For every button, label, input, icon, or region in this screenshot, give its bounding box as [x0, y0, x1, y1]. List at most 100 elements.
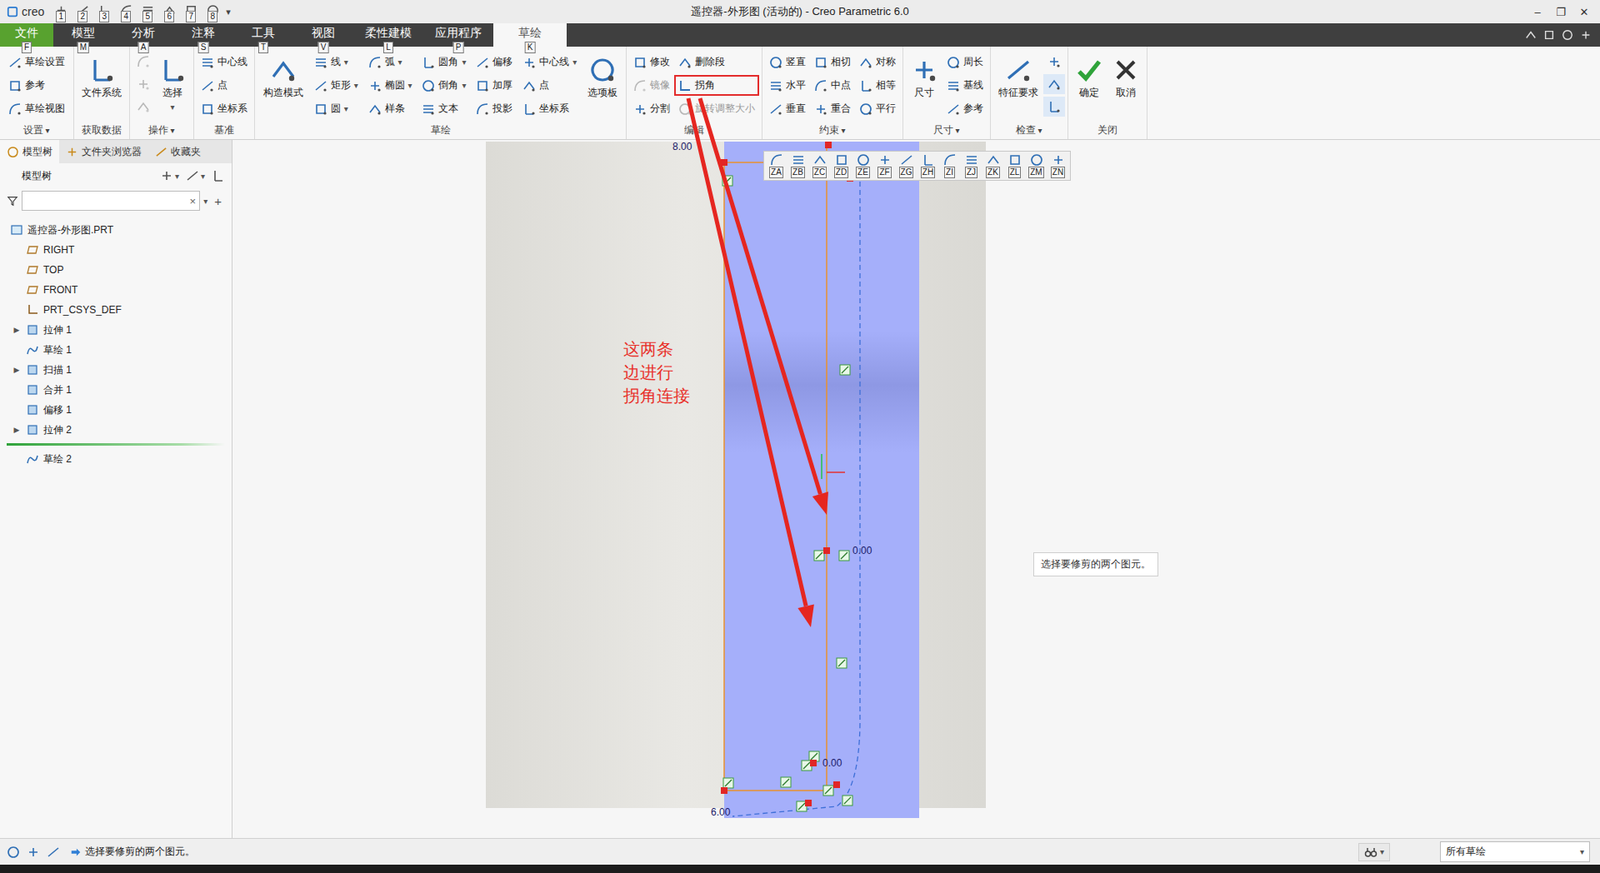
view-button[interactable]: ZD	[830, 153, 852, 179]
find-button[interactable]: ▾	[1358, 843, 1390, 862]
view-button[interactable]: ZI	[939, 153, 960, 179]
help-icon[interactable]	[1561, 29, 1574, 41]
ribbon-button[interactable]: 拐角	[674, 75, 760, 96]
quick-access-button[interactable]: 6	[160, 2, 178, 21]
view-button[interactable]: ZJ	[960, 153, 982, 179]
ribbon-button[interactable]: 椭圆▾	[364, 75, 417, 96]
ribbon-button[interactable]: 删除段	[674, 51, 760, 73]
quick-access-button[interactable]: 4	[117, 2, 135, 21]
tree-item[interactable]: RIGHT	[0, 240, 232, 260]
help-icon[interactable]	[1525, 29, 1537, 41]
tree-item[interactable]: 草绘 2	[0, 449, 232, 470]
ribbon-button[interactable]: 加厚	[471, 75, 517, 96]
ribbon-button[interactable]: 坐标系	[518, 98, 581, 120]
ribbon-button[interactable]: 特征要求	[993, 51, 1044, 105]
ribbon-group-label[interactable]: 操作▾	[130, 120, 194, 140]
ribbon-button[interactable]	[132, 74, 155, 95]
ribbon-button[interactable]: 偏移	[471, 51, 517, 73]
ribbon-button[interactable]: 样条	[364, 98, 417, 120]
ribbon-button[interactable]: 选项板	[582, 51, 623, 105]
ribbon-tab[interactable]: 草绘K	[493, 23, 567, 47]
ribbon-button[interactable]: 平行	[855, 98, 900, 120]
ribbon-button[interactable]	[132, 96, 155, 117]
ribbon-button[interactable]: 线▾	[310, 51, 363, 73]
ribbon-tab[interactable]: 文件F	[0, 23, 54, 47]
ribbon-button[interactable]	[1043, 51, 1065, 72]
quick-access-button[interactable]: 1	[52, 2, 70, 21]
view-button[interactable]: ZK	[982, 153, 1004, 179]
ribbon-button[interactable]	[1043, 74, 1065, 95]
view-button[interactable]: ZF	[874, 153, 895, 179]
filter-dropdown[interactable]: ▾	[203, 196, 208, 206]
ribbon-tab[interactable]: 应用程序P	[423, 23, 494, 47]
ribbon-button[interactable]: 重合	[810, 98, 855, 120]
ribbon-button[interactable]: 圆▾	[310, 98, 363, 120]
add-filter-button[interactable]: +	[210, 194, 225, 209]
expand-toggle[interactable]: ▶	[11, 365, 22, 375]
view-button[interactable]: ZA	[765, 153, 787, 179]
ribbon-button[interactable]: 相等	[855, 75, 900, 96]
navigator-tab[interactable]: 模型树	[0, 140, 60, 164]
customize-dropdown[interactable]: ▾	[225, 6, 231, 18]
ribbon-button[interactable]: 垂直	[765, 98, 810, 120]
ribbon-group-label[interactable]: 尺寸▾	[903, 120, 990, 140]
tree-item[interactable]: 遥控器-外形图.PRT	[0, 220, 232, 240]
ribbon-button[interactable]: 参考	[4, 75, 70, 96]
view-button[interactable]: ZM	[1025, 153, 1047, 179]
navigator-tab[interactable]: 文件夹浏览器	[59, 140, 149, 164]
search-input[interactable]	[22, 194, 187, 208]
ribbon-button[interactable]: 尺寸	[905, 51, 943, 105]
quick-access-button[interactable]: 3	[95, 2, 113, 21]
window-control[interactable]: –	[1528, 5, 1547, 19]
tree-item[interactable]: FRONT	[0, 280, 232, 300]
quick-access-button[interactable]: 8	[204, 2, 221, 21]
sketch-geometry[interactable]	[232, 140, 1600, 839]
status-icon[interactable]	[6, 845, 20, 860]
ribbon-button[interactable]: 中点	[810, 75, 855, 96]
ribbon-group-label[interactable]: 基准	[194, 120, 255, 140]
tree-item[interactable]: PRT_CSYS_DEF	[0, 300, 232, 320]
ribbon-button[interactable]: 对称	[855, 51, 900, 73]
view-button[interactable]: ZG	[895, 153, 917, 179]
ribbon-tab[interactable]: 分析A	[113, 23, 174, 47]
quick-access-button[interactable]: 7	[182, 2, 200, 21]
ribbon-button[interactable]: 矩形▾	[310, 75, 363, 96]
ribbon-button[interactable]: 倒角▾	[417, 75, 470, 96]
tree-item[interactable]: 偏移 1	[0, 400, 232, 420]
status-icon[interactable]	[46, 845, 60, 860]
ribbon-button[interactable]: 构造模式	[258, 51, 309, 105]
ribbon-button[interactable]: 坐标系	[196, 98, 252, 120]
ribbon-button[interactable]: 周长	[942, 51, 988, 73]
ribbon-button[interactable]: 弧▾	[364, 51, 417, 73]
ribbon-tab[interactable]: 注释S	[173, 23, 234, 47]
tree-item[interactable]: 合并 1	[0, 380, 232, 400]
tree-item[interactable]: ▶扫描 1	[0, 360, 232, 380]
ribbon-group-label[interactable]: 草绘	[255, 120, 626, 140]
selection-filter[interactable]: 所有草绘▾	[1440, 841, 1590, 863]
insert-marker[interactable]	[6, 443, 225, 446]
quick-access-button[interactable]: 2	[74, 2, 91, 21]
ribbon-button[interactable]: 竖直	[765, 51, 810, 73]
help-icon[interactable]	[1580, 29, 1592, 41]
view-button[interactable]: ZC	[809, 153, 830, 179]
ribbon-group-label[interactable]: 约束▾	[762, 120, 903, 140]
ribbon-group-label[interactable]: 获取数据	[74, 120, 130, 140]
ribbon-tab[interactable]: 视图V	[293, 23, 354, 47]
tree-settings-button[interactable]: ▾	[185, 169, 205, 183]
ribbon-button[interactable]: 草绘设置	[4, 51, 70, 73]
search-field[interactable]: ×	[21, 190, 200, 211]
app-logo[interactable]: creo	[6, 5, 45, 19]
ribbon-button[interactable]: 投影	[471, 98, 517, 120]
help-icon[interactable]	[1543, 29, 1555, 41]
view-button[interactable]: ZL	[1004, 153, 1025, 179]
ribbon-button[interactable]	[132, 51, 155, 72]
ribbon-button[interactable]: 相切	[810, 51, 855, 73]
ribbon-tab[interactable]: 柔性建模L	[353, 23, 424, 47]
ribbon-button[interactable]: 参考	[942, 98, 988, 120]
window-control[interactable]: ✕	[1575, 5, 1594, 19]
ribbon-button[interactable]: 文本	[417, 98, 470, 120]
ribbon-button[interactable]: 镜像	[629, 75, 675, 96]
dimension-label[interactable]: 0.00	[852, 545, 872, 557]
tree-item[interactable]: ▶拉伸 2	[0, 420, 232, 440]
ribbon-button[interactable]: 基线	[942, 75, 988, 96]
